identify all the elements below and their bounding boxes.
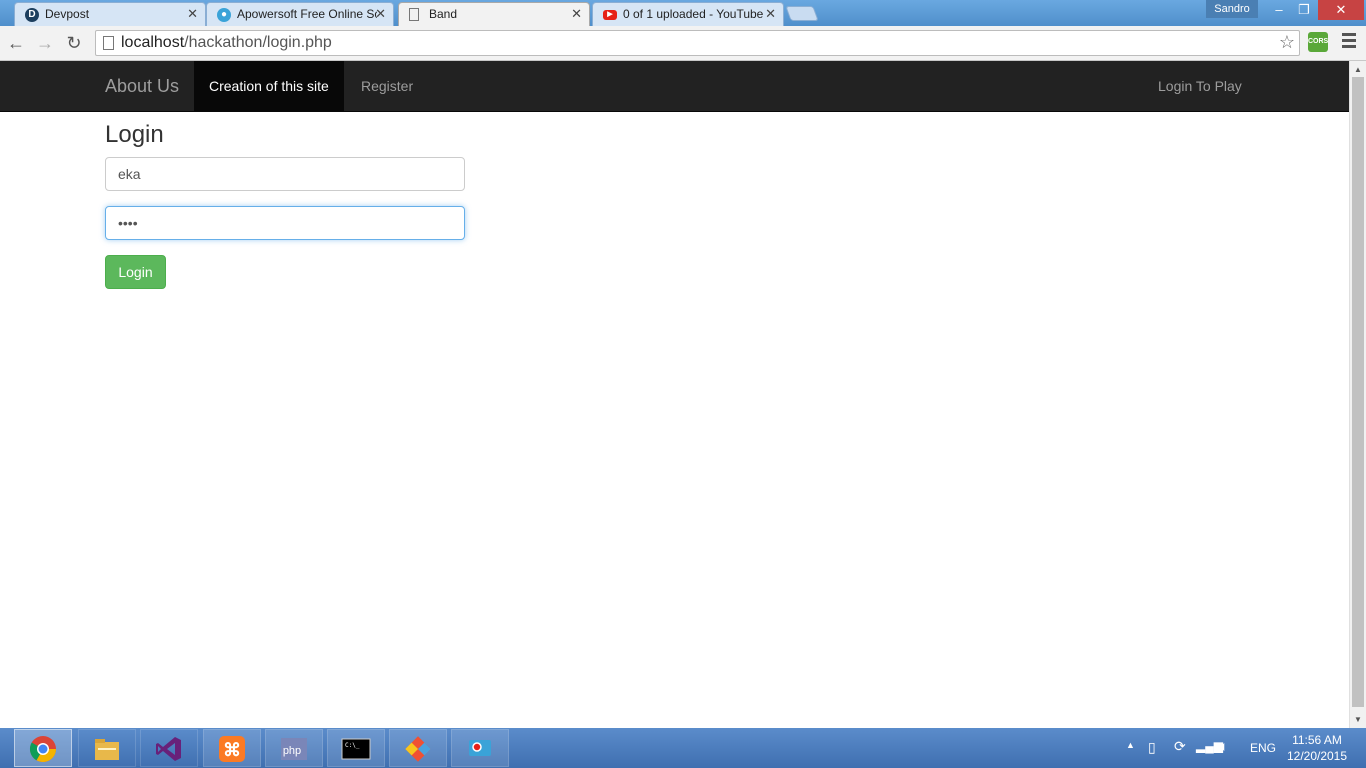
windows-taskbar: ⌘ php C:\_ ▲ ▯ ⟳ ▂▄▆ 🔈︎ ENG 11:56 AM 12/… [0,728,1366,768]
network-signal-icon[interactable]: ▂▄▆ [1196,739,1223,768]
scroll-down-icon[interactable]: ▼ [1354,715,1362,724]
tab-devpost[interactable]: D Devpost ✕ [14,2,206,26]
volume-icon[interactable]: 🔈︎ [1220,738,1228,768]
language-indicator[interactable]: ENG [1250,741,1276,768]
page-icon [409,8,419,21]
taskbar-git[interactable] [389,729,447,767]
taskbar-command-prompt[interactable]: C:\_ [327,729,385,767]
close-icon[interactable]: ✕ [187,6,198,22]
tab-apowersoft[interactable]: ● Apowersoft Free Online Sc ✕ [206,2,394,26]
browser-toolbar: ← → ↻ localhost/hackathon/login.php ☆ CO… [0,26,1366,61]
browser-tab-strip: D Devpost ✕ ● Apowersoft Free Online Sc … [0,0,1366,26]
page-icon [103,36,114,50]
navbar-brand[interactable]: About Us [105,76,179,97]
scroll-up-icon[interactable]: ▲ [1354,65,1362,74]
taskbar-apowersoft-recorder[interactable] [451,729,509,767]
tab-title: Band [429,7,458,21]
url-text: localhost/hackathon/login.php [121,34,332,51]
tab-youtube[interactable]: ▶ 0 of 1 uploaded - YouTube ✕ [592,2,784,26]
visual-studio-icon [156,737,181,761]
taskbar-chrome[interactable] [14,729,72,767]
xampp-icon: ⌘ [219,736,245,762]
close-icon[interactable]: ✕ [765,6,776,22]
scrollbar-thumb[interactable] [1352,77,1364,707]
git-icon [405,736,431,762]
tab-band[interactable]: Band ✕ [398,2,590,26]
taskbar-phpstorm[interactable]: php [265,729,323,767]
username-input[interactable] [105,157,465,191]
password-input[interactable] [105,206,465,240]
command-prompt-icon: C:\_ [341,738,371,760]
close-window-icon[interactable]: ✕ [1318,0,1364,20]
apowersoft-icon: ● [217,8,231,22]
page-title: Login [105,121,164,148]
device-icon[interactable]: ▯ [1148,739,1156,768]
login-button[interactable]: Login [105,255,166,289]
clock-date: 12/20/2015 [1286,749,1348,763]
taskbar-file-explorer[interactable] [78,729,136,767]
devpost-icon: D [25,8,39,22]
svg-text:⌘: ⌘ [223,740,241,760]
svg-text:php: php [283,745,301,757]
file-explorer-icon [95,739,119,760]
youtube-icon: ▶ [603,10,617,20]
nav-item-login-to-play[interactable]: Login To Play [1143,61,1257,111]
taskbar-xampp[interactable]: ⌘ [203,729,261,767]
site-navbar: About Us Creation of this site Register … [0,61,1349,112]
reload-icon[interactable]: ↻ [62,31,86,55]
clock-time: 11:56 AM [1292,733,1342,747]
taskbar-visual-studio[interactable] [140,729,198,767]
chrome-menu-icon[interactable] [1342,33,1356,51]
cors-extension-icon[interactable]: CORS [1308,32,1328,52]
vertical-scrollbar[interactable]: ▲ ▼ [1349,61,1366,728]
chrome-icon [29,736,57,763]
close-icon[interactable]: ✕ [571,6,582,22]
svg-text:C:\_: C:\_ [345,742,360,749]
apowersoft-recorder-icon [469,740,491,756]
new-tab-button[interactable] [785,6,819,21]
nav-item-register[interactable]: Register [346,61,428,111]
address-bar[interactable]: localhost/hackathon/login.php ☆ [95,30,1300,56]
bookmark-star-icon[interactable]: ☆ [1279,32,1295,53]
tab-title: Apowersoft Free Online Sc [237,7,377,21]
back-arrow-icon[interactable]: ← [4,31,28,55]
system-clock[interactable]: 11:56 AM 12/20/2015 [1280,732,1354,764]
close-icon[interactable]: ✕ [375,6,386,22]
forward-arrow-icon[interactable]: → [33,31,57,55]
minimize-icon[interactable]: – [1268,0,1290,20]
profile-button[interactable]: Sandro [1206,0,1258,18]
show-hidden-icons-icon[interactable]: ▲ [1126,740,1135,768]
tab-title: 0 of 1 uploaded - YouTube [623,7,763,21]
page-viewport: About Us Creation of this site Register … [0,61,1349,728]
nav-item-creation-of-this-site[interactable]: Creation of this site [194,61,344,111]
phpstorm-icon: php [281,738,307,760]
tab-title: Devpost [45,7,90,21]
restore-icon[interactable]: ❐ [1292,0,1316,20]
sync-icon[interactable]: ⟳ [1174,738,1186,768]
